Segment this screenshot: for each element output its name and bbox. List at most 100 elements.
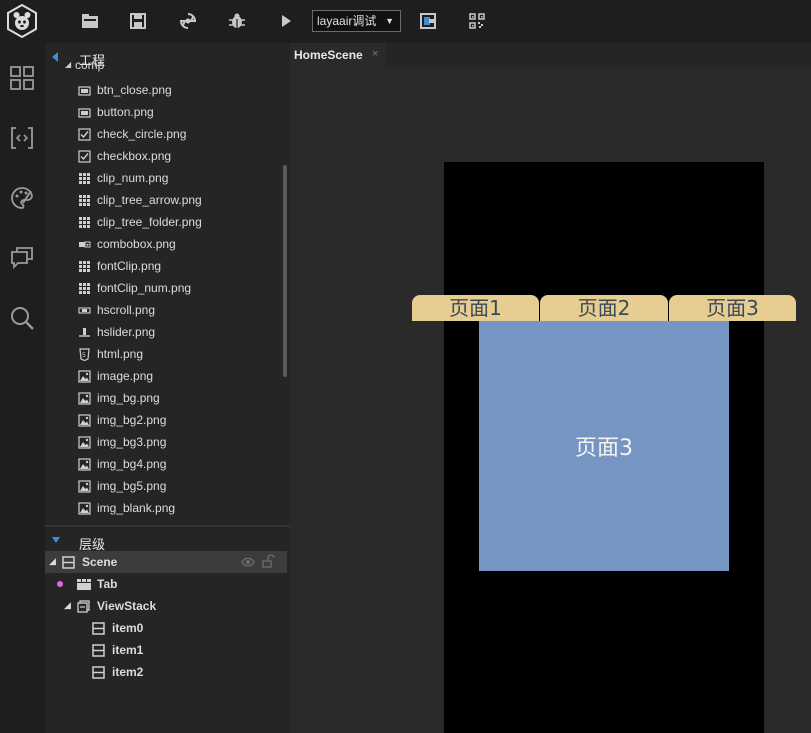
activity-rail	[0, 43, 45, 733]
rail-chat-button[interactable]	[8, 244, 36, 272]
view-page-label: 页面3	[575, 436, 633, 461]
hierarchy-node-item2[interactable]: item2	[45, 661, 287, 683]
hierarchy-node-tab[interactable]: Tab	[45, 573, 287, 595]
hierarchy-node-viewstack[interactable]: ◢ ViewStack	[45, 595, 287, 617]
hierarchy-node-item1[interactable]: item1	[45, 639, 287, 661]
file-row[interactable]: clip_tree_folder.png	[45, 211, 287, 233]
hierarchy-node-scene[interactable]: ◢ Scene	[45, 551, 287, 573]
scene-tab-page1[interactable]: 页面1	[412, 295, 539, 321]
file-row[interactable]: 5 html.png	[45, 343, 287, 365]
rail-palette-button[interactable]	[8, 184, 36, 212]
expand-arrow-icon: ◢	[49, 556, 56, 566]
file-row[interactable]: clip_num.png	[45, 167, 287, 189]
box-node-icon	[92, 622, 105, 635]
file-row[interactable]: fontClip.png	[45, 255, 287, 277]
project-scrollbar[interactable]	[283, 165, 287, 377]
tab-homescene[interactable]: HomeScene ×	[290, 43, 386, 67]
file-row[interactable]: combobox.png	[45, 233, 287, 255]
scene-tab-page2[interactable]: 页面2	[540, 295, 668, 321]
hierarchy-node-item0[interactable]: item0	[45, 617, 287, 639]
file-name: img_bg.png	[97, 391, 160, 405]
file-name: hslider.png	[97, 325, 156, 339]
rail-components-button[interactable]	[8, 64, 36, 92]
file-name: image.png	[97, 369, 154, 383]
file-row[interactable]: image.png	[45, 365, 287, 387]
svg-text:5: 5	[82, 352, 86, 359]
save-button[interactable]	[127, 10, 149, 32]
folder-label: comp	[75, 61, 105, 72]
export-icon	[420, 13, 436, 29]
debug-button[interactable]	[226, 10, 248, 32]
expand-arrow-icon: ◢	[65, 61, 72, 69]
combobox-image-icon	[79, 241, 91, 248]
file-name: clip_tree_folder.png	[97, 215, 202, 229]
layaair-logo-icon	[5, 3, 39, 39]
picture-icon	[78, 414, 91, 427]
top-toolbar: layaair调试 ▼	[0, 0, 811, 43]
file-name: img_bg5.png	[97, 479, 167, 493]
file-row[interactable]: button.png	[45, 101, 287, 123]
button-image-icon	[78, 108, 91, 118]
file-row[interactable]: img_bg.png	[45, 387, 287, 409]
run-mode-select[interactable]: layaair调试 ▼	[312, 10, 401, 32]
viewstack-node-icon	[77, 600, 90, 613]
rail-search-button[interactable]	[8, 304, 36, 332]
picture-icon	[78, 502, 91, 515]
file-name: img_bg3.png	[97, 435, 167, 449]
file-row[interactable]: check_circle.png	[45, 123, 287, 145]
file-name: clip_tree_arrow.png	[97, 193, 202, 207]
palette-icon	[11, 187, 33, 209]
components-icon	[10, 66, 34, 90]
scene-tab-component[interactable]: 页面1 页面2 页面3	[412, 295, 796, 321]
file-row[interactable]: checkbox.png	[45, 145, 287, 167]
folder-icon	[82, 14, 98, 28]
file-row[interactable]: img_blank.png	[45, 497, 287, 519]
qrcode-button[interactable]	[466, 10, 488, 32]
folder-row-comp[interactable]: ◢ comp	[45, 61, 287, 75]
file-name: button.png	[97, 105, 154, 119]
chat-icon	[11, 247, 33, 270]
picture-icon	[78, 480, 91, 493]
file-name: btn_close.png	[97, 83, 172, 97]
file-row[interactable]: hslider.png	[45, 321, 287, 343]
clip-image-icon	[79, 261, 90, 272]
file-row[interactable]: img_bg4.png	[45, 453, 287, 475]
file-name: html.png	[97, 347, 144, 361]
file-name: check_circle.png	[97, 127, 187, 141]
file-name: img_bg2.png	[97, 413, 167, 427]
open-project-button[interactable]	[79, 10, 101, 32]
file-row[interactable]: clip_tree_arrow.png	[45, 189, 287, 211]
rail-code-button[interactable]	[8, 124, 36, 152]
qrcode-icon	[469, 13, 485, 29]
clip-image-icon	[79, 195, 90, 206]
viewstack-current-page[interactable]: 页面3	[479, 321, 729, 571]
button-image-icon	[78, 86, 91, 96]
compile-button[interactable]	[177, 10, 199, 32]
hierarchy-panel-header[interactable]: 层级	[45, 529, 290, 553]
file-row[interactable]: fontClip_num.png	[45, 277, 287, 299]
node-label: Tab	[97, 577, 118, 591]
export-button[interactable]	[417, 10, 439, 32]
file-name: combobox.png	[97, 237, 176, 251]
search-icon	[11, 307, 34, 330]
selection-marker	[57, 581, 63, 587]
file-name: img_blank.png	[97, 501, 176, 515]
file-name: checkbox.png	[97, 149, 172, 163]
file-row[interactable]: hscroll.png	[45, 299, 287, 321]
run-button[interactable]	[275, 10, 297, 32]
lock-icon[interactable]	[261, 554, 275, 568]
picture-icon	[78, 392, 91, 405]
node-label: item0	[112, 621, 144, 635]
scene-tab-page3[interactable]: 页面3	[669, 295, 796, 321]
file-row[interactable]: img_bg3.png	[45, 431, 287, 453]
checkbox-image-icon	[78, 150, 91, 163]
close-icon[interactable]: ×	[372, 48, 378, 60]
file-row[interactable]: img_bg2.png	[45, 409, 287, 431]
html-image-icon: 5	[79, 348, 90, 361]
file-row[interactable]: btn_close.png	[45, 79, 287, 101]
visibility-eye-icon[interactable]	[241, 557, 255, 567]
box-node-icon	[92, 644, 105, 657]
side-panel: 工程 ◢ comp btn_close.png button.png check_c…	[45, 43, 290, 733]
file-row[interactable]: img_bg5.png	[45, 475, 287, 497]
play-icon	[282, 15, 291, 27]
